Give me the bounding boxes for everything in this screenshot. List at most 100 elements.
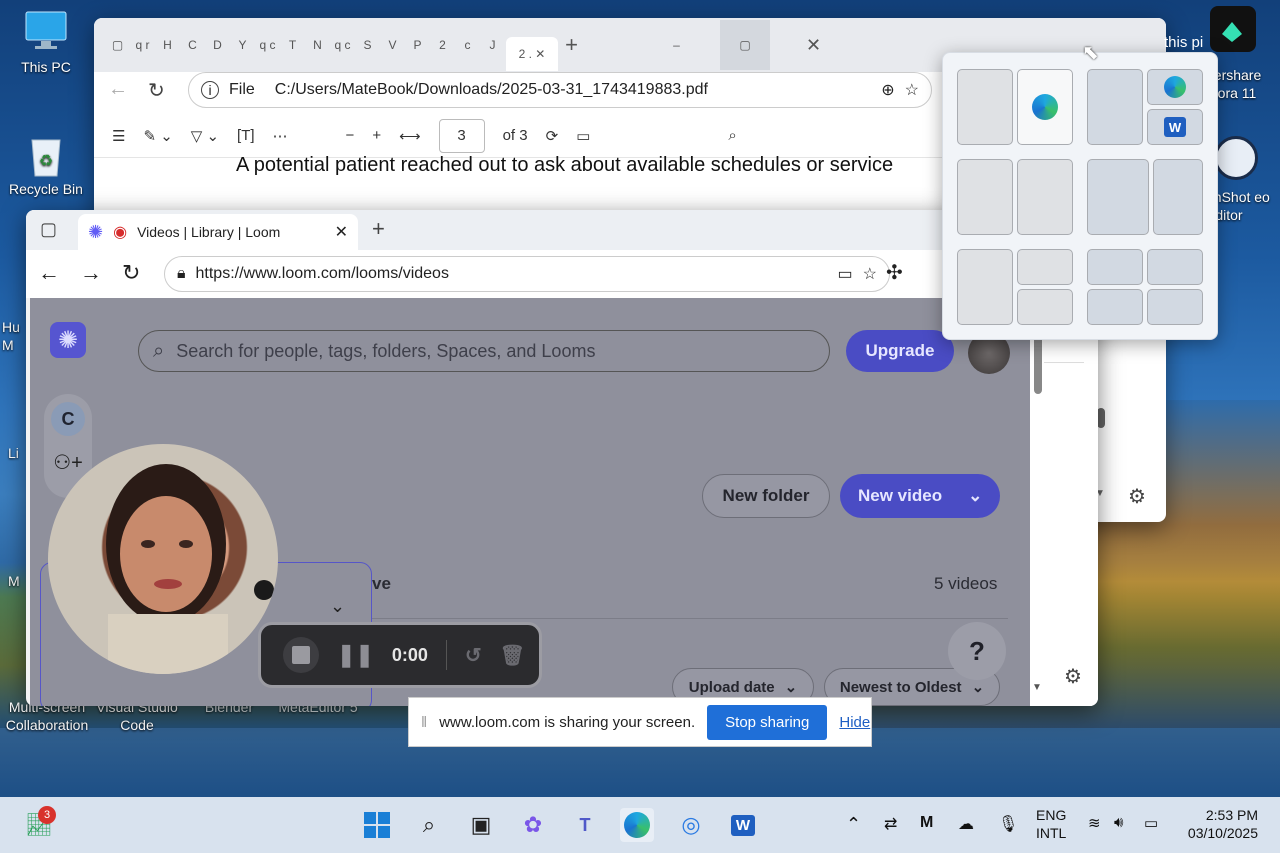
snap-zone[interactable] (1087, 69, 1143, 145)
show-hidden-icons-chevron-up-icon[interactable]: ⌃ (846, 814, 861, 835)
browser-tab[interactable]: J (481, 34, 504, 56)
minimize-icon[interactable]: – (665, 34, 688, 56)
camera-icon[interactable]: ▭ (838, 264, 853, 284)
loom-search-input[interactable]: ⌕ Search for people, tags, folders, Spac… (138, 330, 830, 372)
settings-gear-icon[interactable]: ⚙ (1064, 664, 1082, 689)
favorite-star-icon[interactable]: ☆ (905, 80, 919, 100)
fit-page-icon[interactable]: ⟷ (399, 127, 421, 145)
new-video-button[interactable]: New video ⌄ (840, 474, 1000, 518)
favorite-star-icon[interactable]: ☆ (863, 264, 877, 284)
forward-arrow-icon[interactable]: → (80, 260, 102, 286)
start-icon[interactable] (360, 808, 394, 842)
snap-zone[interactable] (957, 159, 1013, 235)
snap-zone[interactable] (1147, 249, 1203, 285)
back-arrow-icon[interactable]: ← (108, 78, 128, 101)
card-chevron-down-icon[interactable]: ⌄ (330, 596, 345, 617)
find-icon[interactable]: ⌕ (728, 127, 736, 144)
browser-tab[interactable]: Y (231, 34, 254, 56)
snap-zone[interactable] (957, 69, 1013, 145)
browser-tab[interactable]: C (181, 34, 204, 56)
language-indicator[interactable]: ENG INTL (1036, 806, 1066, 842)
desktop-icon-recycle-bin[interactable]: ♻ Recycle Bin (6, 130, 86, 198)
webcam-bubble[interactable] (48, 444, 278, 674)
page-view-icon[interactable]: ▭ (576, 127, 590, 145)
browser-tab[interactable]: N (306, 34, 329, 56)
browser-tab[interactable]: S (356, 34, 379, 56)
desktop-icon-this-pc[interactable]: This PC (8, 8, 84, 76)
refresh-icon[interactable]: ↻ (122, 260, 140, 286)
loom-active-tab[interactable]: ✺ ◉ Videos | Library | Loom ✕ (78, 214, 358, 250)
volume-icon[interactable]: 🔊︎ (1114, 814, 1123, 831)
snap-zone[interactable] (1017, 69, 1073, 145)
drag-handle-icon[interactable]: ‖ (421, 714, 427, 731)
loom-address-bar[interactable]: 🔒︎ https://www.loom.com/looms/videos ▭ ☆ (164, 256, 890, 292)
highlight-icon[interactable]: ✎ ⌄ (143, 127, 172, 145)
browser-tab[interactable]: 2 (431, 34, 454, 56)
snap-zone[interactable] (1147, 69, 1203, 105)
snap-zone[interactable] (1087, 159, 1149, 235)
copilot-icon[interactable]: ✿ (516, 808, 550, 842)
clock[interactable]: 2:53 PM 03/10/2025 (1182, 806, 1258, 842)
pdf-address-bar[interactable]: i File C:/Users/MateBook/Downloads/2025-… (188, 72, 932, 108)
help-button[interactable]: ? (948, 622, 1006, 680)
rotate-icon[interactable]: ⟳ (546, 127, 559, 145)
scrollbar-thumb[interactable] (1097, 408, 1105, 428)
new-folder-button[interactable]: New folder (702, 474, 830, 518)
snap-zone[interactable] (1147, 289, 1203, 325)
snap-zone[interactable] (1017, 159, 1073, 235)
browser-tab[interactable]: H (156, 34, 179, 56)
restart-icon[interactable]: ↺ (465, 643, 482, 668)
pause-icon[interactable]: ❚❚ (337, 642, 374, 668)
browser-tab[interactable]: D (206, 34, 229, 56)
tab-actions-icon[interactable]: ▢ (40, 219, 57, 240)
browser-tab[interactable]: T (281, 34, 304, 56)
upgrade-button[interactable]: Upgrade (846, 330, 954, 372)
snap-zone[interactable] (1087, 289, 1143, 325)
chat-app-icon[interactable]: ◎ (674, 808, 708, 842)
back-arrow-icon[interactable]: ← (38, 260, 60, 286)
stop-sharing-button[interactable]: Stop sharing (707, 704, 828, 740)
snap-zone[interactable] (1153, 159, 1203, 235)
snap-zone[interactable] (1017, 249, 1073, 285)
snap-zone[interactable] (1017, 289, 1073, 325)
refresh-icon[interactable]: ↻ (148, 78, 165, 103)
sliders-icon[interactable]: ⇄ (884, 814, 897, 834)
zoom-icon[interactable]: ⊕ (881, 80, 894, 100)
add-user-icon[interactable]: ⚇+ (44, 450, 92, 475)
zoom-out-icon[interactable]: − (346, 127, 355, 144)
wifi-icon[interactable]: ≋ (1088, 814, 1101, 832)
browser-tab[interactable]: P (406, 34, 429, 56)
loom-logo-icon[interactable]: ✺ (50, 322, 86, 358)
snap-zone[interactable] (1087, 249, 1143, 285)
workspace-avatar[interactable]: C (51, 402, 85, 436)
search-icon[interactable]: ⌕ (412, 808, 446, 842)
settings-gear-icon[interactable]: ⚙ (1128, 484, 1146, 509)
task-view-icon[interactable]: ▣ (464, 808, 498, 842)
scroll-down-icon[interactable]: ▼ (1032, 682, 1042, 693)
more-icon[interactable]: ⋯ (273, 127, 288, 145)
close-icon[interactable]: ✕ (802, 34, 825, 56)
maximize-icon[interactable]: ▢ (720, 20, 770, 70)
snap-zone[interactable] (957, 249, 1013, 325)
tab-actions-icon[interactable]: ▢ (106, 34, 129, 56)
draw-icon[interactable]: ▽ ⌄ (191, 127, 219, 145)
browser-tab[interactable]: V (381, 34, 404, 56)
active-pdf-tab[interactable]: 2 . ✕ (506, 37, 558, 71)
extensions-icon[interactable]: ✣ (886, 260, 903, 285)
browser-tab[interactable]: c (456, 34, 479, 56)
close-tab-icon[interactable]: ✕ (335, 222, 348, 242)
browser-tab[interactable]: q r (131, 34, 154, 56)
microphone-icon[interactable]: 🎙︎ (998, 814, 1018, 834)
new-tab-icon[interactable]: + (560, 32, 583, 57)
battery-icon[interactable]: ▭ (1144, 814, 1158, 832)
trash-icon[interactable]: 🗑︎ (500, 643, 525, 668)
hide-link[interactable]: Hide (839, 714, 870, 731)
edge-taskbar-icon[interactable] (620, 808, 654, 842)
page-number-input[interactable]: 3 (438, 118, 485, 153)
browser-tab[interactable]: q c (256, 34, 279, 56)
text-icon[interactable]: [T] (237, 127, 255, 144)
new-tab-icon[interactable]: + (372, 216, 385, 242)
contents-list-icon[interactable]: ☰ (112, 127, 125, 145)
snap-zone[interactable]: W (1147, 109, 1203, 145)
onedrive-icon[interactable]: ☁ (958, 814, 974, 834)
